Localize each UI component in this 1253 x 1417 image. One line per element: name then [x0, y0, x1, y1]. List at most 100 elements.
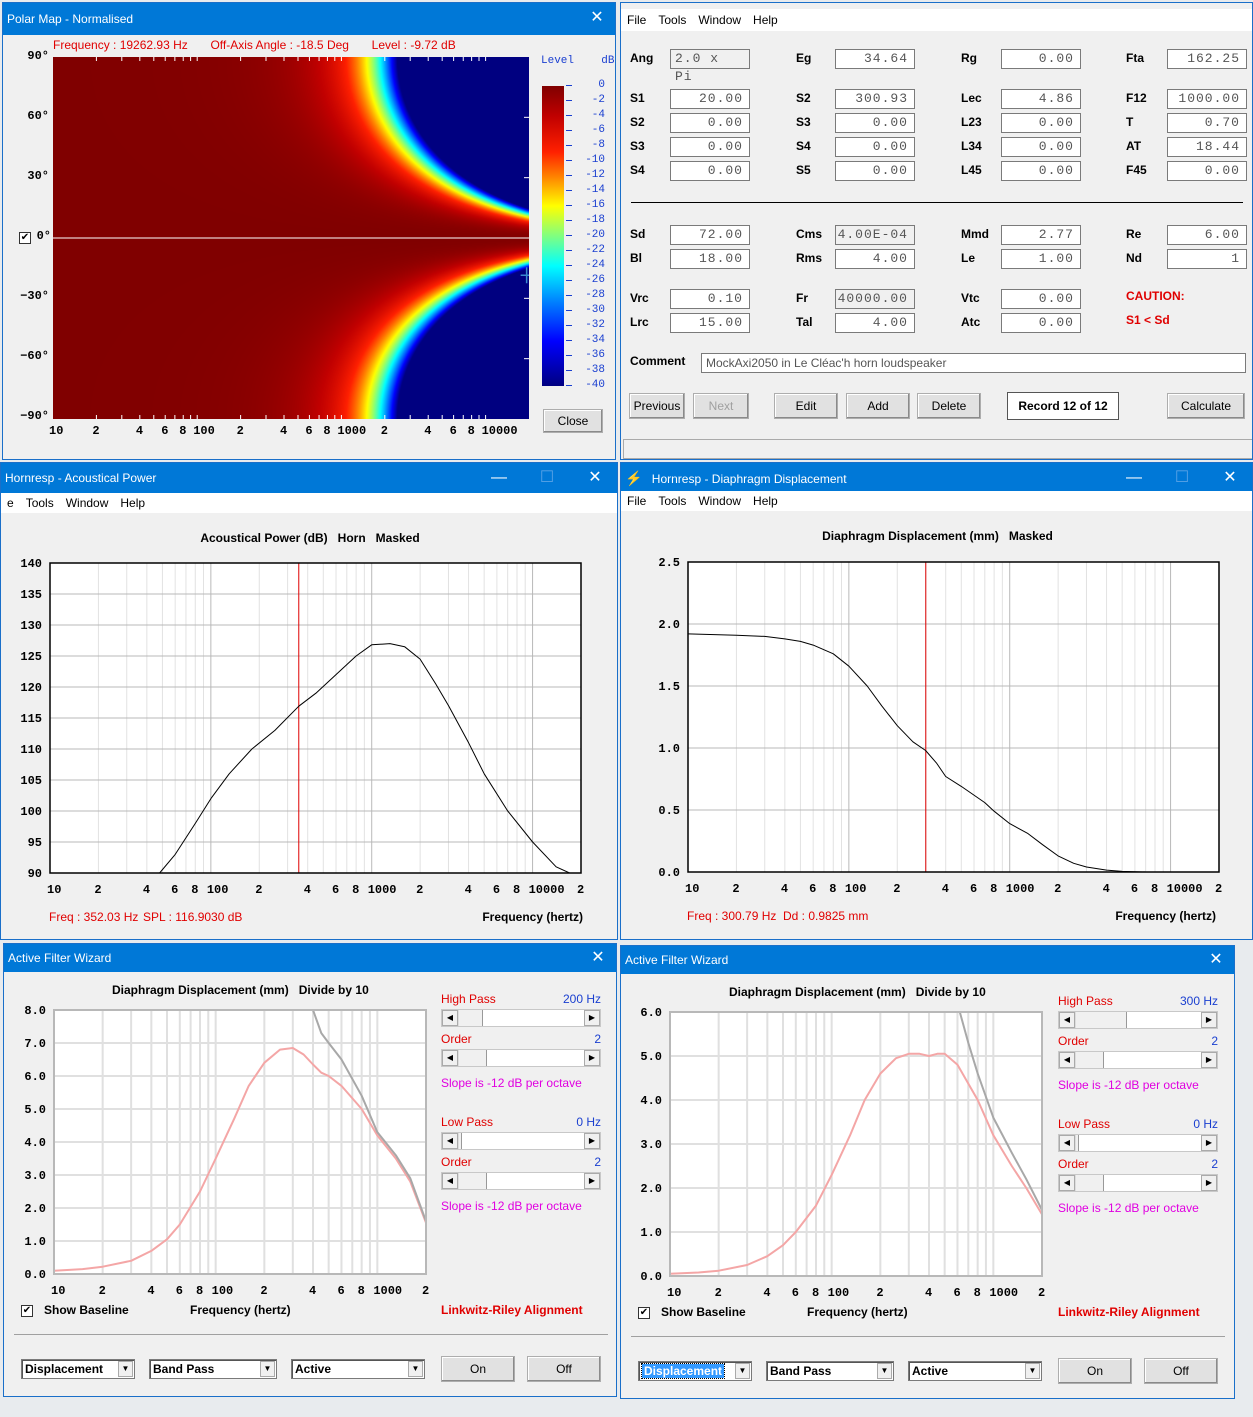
- scroll-left-arrow[interactable]: ◀: [442, 1010, 458, 1026]
- chevron-down-icon[interactable]: ▼: [735, 1363, 750, 1379]
- diaphragm-displacement-chart[interactable]: 0.00.51.01.52.02.510 2 4 6 8 100 2 4 6 8 1000 2 4 6 8 1…: [621, 551, 1253, 896]
- filter-chart[interactable]: 0.01.02.03.04.05.06.010 2 4 6 8 100 2 4 6 8 1000 2: [621, 1001, 1051, 1301]
- low-pass-slider[interactable]: ◀ ▶: [441, 1132, 601, 1150]
- scroll-right-arrow[interactable]: ▶: [584, 1050, 600, 1066]
- param-field-eg[interactable]: 34.64: [835, 49, 915, 69]
- menu-window[interactable]: Window: [698, 9, 741, 31]
- slider-thumb[interactable]: [1075, 1175, 1105, 1191]
- previous-button[interactable]: Previous: [629, 393, 685, 419]
- menu-help[interactable]: Help: [753, 9, 778, 31]
- param-field-le[interactable]: 1.00: [1001, 249, 1081, 269]
- menu-help[interactable]: Help: [120, 493, 145, 513]
- param-field-nd[interactable]: 1: [1167, 249, 1247, 269]
- param-field-f12[interactable]: 1000.00: [1167, 89, 1247, 109]
- param-field-bl[interactable]: 18.00: [670, 249, 750, 269]
- add-button[interactable]: Add: [846, 393, 910, 419]
- param-field-cms[interactable]: 4.00E-04: [835, 225, 915, 245]
- param-field-s3[interactable]: 0.00: [670, 137, 750, 157]
- param-field-vrc[interactable]: 0.10: [670, 289, 750, 309]
- filter-type-select[interactable]: Band Pass ▼: [149, 1359, 277, 1379]
- param-field-rg[interactable]: 0.00: [1001, 49, 1081, 69]
- scroll-left-arrow[interactable]: ◀: [442, 1050, 458, 1066]
- close-icon[interactable]: ✕: [1198, 946, 1234, 974]
- low-pass-slider[interactable]: ◀ ▶: [1058, 1134, 1218, 1152]
- lp-order-slider[interactable]: ◀ ▶: [441, 1172, 601, 1190]
- off-button[interactable]: Off: [527, 1356, 601, 1382]
- displacement-titlebar[interactable]: ⚡ Hornresp - Diaphragm Displacement — ☐ …: [621, 463, 1252, 493]
- response-type-select[interactable]: Displacement ▼: [638, 1361, 752, 1381]
- hp-order-slider[interactable]: ◀ ▶: [1058, 1051, 1218, 1069]
- scroll-right-arrow[interactable]: ▶: [1201, 1012, 1217, 1028]
- chevron-down-icon[interactable]: ▼: [260, 1361, 275, 1377]
- param-field-vtc[interactable]: 0.00: [1001, 289, 1081, 309]
- scroll-right-arrow[interactable]: ▶: [1201, 1052, 1217, 1068]
- menu-tools[interactable]: Tools: [658, 9, 686, 31]
- param-field-rms[interactable]: 4.00: [835, 249, 915, 269]
- chevron-down-icon[interactable]: ▼: [1025, 1363, 1040, 1379]
- param-field-lec[interactable]: 4.86: [1001, 89, 1081, 109]
- menu-window[interactable]: Window: [698, 491, 741, 511]
- scroll-left-arrow[interactable]: ◀: [1059, 1175, 1075, 1191]
- mode-select[interactable]: Active ▼: [908, 1361, 1042, 1381]
- slider-thumb[interactable]: [458, 1173, 488, 1189]
- slider-thumb[interactable]: [458, 1133, 462, 1149]
- scroll-left-arrow[interactable]: ◀: [442, 1133, 458, 1149]
- scroll-left-arrow[interactable]: ◀: [1059, 1135, 1075, 1151]
- on-button[interactable]: On: [441, 1356, 515, 1382]
- param-field-tal[interactable]: 4.00: [835, 313, 915, 333]
- delete-button[interactable]: Delete: [917, 393, 981, 419]
- acoustic-power-chart[interactable]: 909510010511011512012513013514010 2 4 6 8 100…: [1, 551, 618, 896]
- param-field-ang[interactable]: 2.0 x Pi: [670, 49, 750, 84]
- wizard-titlebar[interactable]: Active Filter Wizard ✕: [4, 944, 616, 972]
- zero-line-checkbox[interactable]: ✔: [19, 232, 31, 244]
- param-field-s4[interactable]: 0.00: [670, 161, 750, 181]
- slider-thumb[interactable]: [1075, 1052, 1105, 1068]
- param-field-sd[interactable]: 72.00: [670, 225, 750, 245]
- scroll-right-arrow[interactable]: ▶: [584, 1173, 600, 1189]
- close-icon[interactable]: ✕: [1212, 463, 1248, 493]
- maximize-icon[interactable]: ☐: [529, 463, 565, 493]
- slider-thumb[interactable]: [458, 1010, 484, 1026]
- param-field-t[interactable]: 0.70: [1167, 113, 1247, 133]
- param-field-s5[interactable]: 0.00: [835, 161, 915, 181]
- off-button[interactable]: Off: [1144, 1358, 1218, 1384]
- menu-window[interactable]: Window: [66, 493, 109, 513]
- chevron-down-icon[interactable]: ▼: [877, 1363, 892, 1379]
- show-baseline-label[interactable]: Show Baseline: [661, 1305, 746, 1319]
- scroll-right-arrow[interactable]: ▶: [584, 1010, 600, 1026]
- scroll-left-arrow[interactable]: ◀: [1059, 1012, 1075, 1028]
- param-field-l34[interactable]: 0.00: [1001, 137, 1081, 157]
- close-icon[interactable]: ✕: [577, 463, 613, 493]
- calculate-button[interactable]: Calculate: [1167, 393, 1245, 419]
- param-field-s1[interactable]: 20.00: [670, 89, 750, 109]
- slider-thumb[interactable]: [1075, 1135, 1079, 1151]
- acoustic-titlebar[interactable]: Hornresp - Acoustical Power — ☐ ✕: [1, 463, 617, 493]
- high-pass-slider[interactable]: ◀ ▶: [1058, 1011, 1218, 1029]
- high-pass-slider[interactable]: ◀ ▶: [441, 1009, 601, 1027]
- param-field-re[interactable]: 6.00: [1167, 225, 1247, 245]
- show-baseline-checkbox[interactable]: ✔: [638, 1307, 650, 1319]
- close-icon[interactable]: ✕: [579, 3, 615, 33]
- mode-select[interactable]: Active ▼: [291, 1359, 425, 1379]
- chevron-down-icon[interactable]: ▼: [118, 1361, 133, 1377]
- param-field-lrc[interactable]: 15.00: [670, 313, 750, 333]
- param-field-fr[interactable]: 40000.00: [835, 289, 915, 309]
- edit-button[interactable]: Edit: [774, 393, 838, 419]
- param-field-fta[interactable]: 162.25: [1167, 49, 1247, 69]
- scroll-left-arrow[interactable]: ◀: [1059, 1052, 1075, 1068]
- comment-field[interactable]: MockAxi2050 in Le Cléac'h horn loudspeak…: [701, 353, 1246, 373]
- menu-file[interactable]: File: [627, 491, 646, 511]
- wizard-titlebar[interactable]: Active Filter Wizard ✕: [621, 946, 1234, 974]
- maximize-icon[interactable]: ☐: [1164, 463, 1200, 493]
- show-baseline-checkbox[interactable]: ✔: [21, 1305, 33, 1317]
- show-baseline-label[interactable]: Show Baseline: [44, 1303, 129, 1317]
- param-field-l45[interactable]: 0.00: [1001, 161, 1081, 181]
- param-field-f45[interactable]: 0.00: [1167, 161, 1247, 181]
- scroll-right-arrow[interactable]: ▶: [584, 1133, 600, 1149]
- filter-type-select[interactable]: Band Pass ▼: [766, 1361, 894, 1381]
- close-button[interactable]: Close: [543, 409, 603, 433]
- next-button[interactable]: Next: [693, 393, 749, 419]
- param-field-s4[interactable]: 0.00: [835, 137, 915, 157]
- polar-heatmap[interactable]: [53, 57, 529, 419]
- param-field-l23[interactable]: 0.00: [1001, 113, 1081, 133]
